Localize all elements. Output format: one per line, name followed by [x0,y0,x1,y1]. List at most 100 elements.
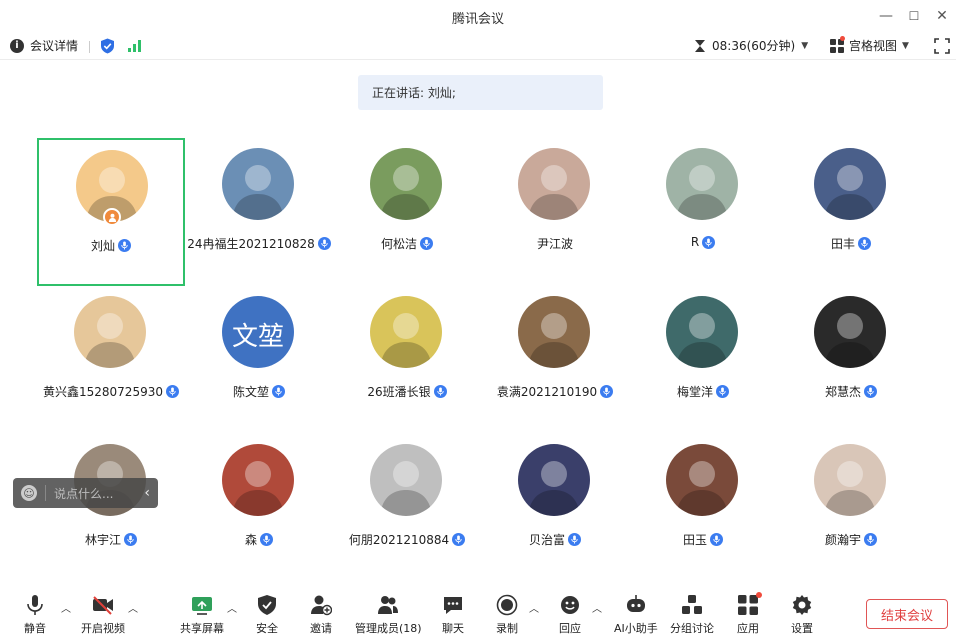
microphone-icon [864,385,877,398]
shield-icon[interactable] [100,38,115,54]
participant-name: 梅堂洋 [676,385,713,399]
title-bar: 腾讯会议 — ☐ ✕ [0,0,956,32]
emoji-icon[interactable]: ☺ [21,485,37,501]
participant-name-row: 黄兴鑫15280725930 [37,383,185,400]
participant-tile[interactable]: 梅堂洋 [629,286,777,434]
microphone-icon [165,385,179,398]
participant-name: 袁满2021210190 [496,385,598,399]
chevron-up-icon[interactable]: ︿ [529,600,539,615]
chat-label: 聊天 [442,622,464,635]
participant-tile[interactable]: 何松洁 [333,138,481,286]
participant-tile[interactable]: 24冉福生2021210828 [185,138,333,286]
participant-name-row: 何朋2021210884 [333,531,481,548]
window-title: 腾讯会议 [451,12,504,27]
participant-name-row: 田玉 [629,531,777,548]
security-label: 安全 [256,622,278,635]
maximize-button[interactable]: ☐ [904,6,924,26]
video-off-icon [92,594,114,616]
chevron-up-icon[interactable]: ︿ [227,600,237,615]
participant-name: 郑慧杰 [824,385,861,399]
hourglass-icon [695,39,705,52]
participant-tile[interactable]: 何朋2021210884 [333,434,481,582]
participant-name-row: 袁满2021210190 [481,383,629,400]
participant-name: R [690,235,700,249]
settings-label: 设置 [791,622,813,635]
participant-name-row: 尹江波 [481,235,629,252]
manage-members-label: 管理成员(18) [355,622,422,635]
chat-input-bubble[interactable]: ☺ 说点什么... ‹ [13,478,158,508]
start-video-button[interactable]: 开启视频 [81,594,125,636]
timer-text: 08:36(60分钟) [712,39,796,53]
participant-tile[interactable]: R [629,138,777,286]
host-badge-icon [103,208,121,226]
signal-icon[interactable] [127,40,143,52]
chevron-up-icon[interactable]: ︿ [592,600,602,615]
avatar [666,148,738,220]
microphone-icon [124,533,137,546]
share-screen-icon [191,594,213,616]
avatar [518,444,590,516]
microphone-icon [864,533,877,546]
avatar [370,296,442,368]
participant-name: 森 [244,533,257,547]
collapse-arrow-icon[interactable]: ‹ [144,485,150,501]
ai-assistant-button[interactable]: AI小助手 [614,594,658,636]
participant-tile[interactable]: 黄兴鑫15280725930 [37,286,185,434]
breakout-label: 分组讨论 [670,622,714,635]
record-icon [496,594,518,616]
apps-button[interactable]: 应用 [737,592,762,636]
chevron-down-icon: ▼ [801,40,809,51]
chat-placeholder[interactable]: 说点什么... [54,485,144,502]
participant-tile[interactable]: 田玉 [629,434,777,582]
microphone-icon [317,237,331,250]
chevron-down-icon: ▼ [902,40,909,51]
microphone-icon [702,235,716,249]
participant-name-row: 林宇江 [37,531,185,548]
ai-assistant-label: AI小助手 [614,622,658,635]
participant-tile[interactable]: 文堃 陈文堃 [185,286,333,434]
record-button[interactable]: 录制 [496,594,518,636]
participant-name-row: R [629,235,777,249]
participant-tile[interactable]: 林宇江 [37,434,185,582]
participant-name: 陈文堃 [232,385,269,399]
view-layout-button[interactable]: 宫格视图 ▼ [830,35,909,54]
participant-tile[interactable]: 尹江波 [481,138,629,286]
mute-label: 静音 [24,622,46,635]
record-label: 录制 [496,622,518,635]
chat-button[interactable]: 聊天 [442,594,464,636]
participant-tile[interactable]: 郑慧杰 [777,286,925,434]
start-video-label: 开启视频 [81,622,125,635]
participant-name-row: 颜瀚宇 [777,531,925,548]
fullscreen-icon[interactable] [934,38,950,54]
divider [45,485,46,501]
close-button[interactable]: ✕ [932,6,952,26]
participant-tile[interactable]: 26班潘长银 [333,286,481,434]
end-meeting-button[interactable]: 结束会议 [866,599,948,629]
share-screen-button[interactable]: 共享屏幕 [180,594,224,636]
participant-name: 田丰 [830,237,855,251]
chevron-up-icon[interactable]: ︿ [61,600,71,615]
meeting-details-label: 会议详情 [30,39,79,53]
participant-tile[interactable]: 贝治富 [481,434,629,582]
meeting-timer[interactable]: 08:36(60分钟) ▼ [694,37,808,54]
security-button[interactable]: 安全 [256,594,278,636]
microphone-icon [272,385,285,398]
minimize-button[interactable]: — [876,6,896,26]
participant-tile[interactable]: 刘灿 [37,138,185,286]
chevron-up-icon[interactable]: ︿ [128,600,138,615]
meeting-info-bar: i 会议详情 08:36(60分钟) ▼ 宫格视图 ▼ [0,32,956,60]
mute-button[interactable]: 静音 [24,594,46,636]
participant-tile[interactable]: 森 [185,434,333,582]
meeting-details-button[interactable]: i 会议详情 [10,37,78,54]
participant-tile[interactable]: 袁满2021210190 [481,286,629,434]
manage-members-button[interactable]: 管理成员(18) [355,594,422,636]
participant-tile[interactable]: 颜瀚宇 [777,434,925,582]
microphone-icon [716,385,729,398]
breakout-rooms-button[interactable]: 分组讨论 [670,594,714,636]
participant-tile[interactable]: 田丰 [777,138,925,286]
settings-button[interactable]: 设置 [791,594,813,636]
reaction-button[interactable]: 回应 [559,594,581,636]
microphone-icon [452,533,466,546]
invite-button[interactable]: 邀请 [310,594,332,636]
microphone-icon [260,533,273,546]
